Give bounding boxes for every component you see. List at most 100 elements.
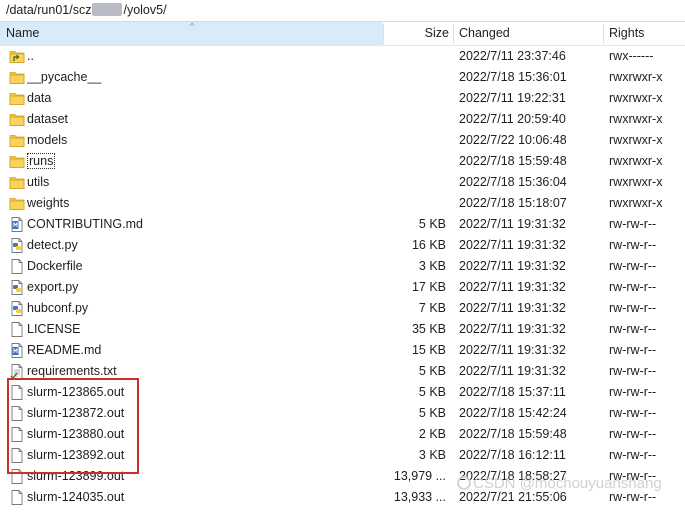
file-rights: rw-rw-r--: [609, 427, 657, 441]
file-row[interactable]: LICENSE 35 KB 2022/7/11 19:31:32 rw-rw-r--: [0, 319, 685, 340]
file-name: slurm-123872.out: [27, 406, 125, 420]
file-changed: 2022/7/11 19:31:32: [459, 322, 566, 336]
file-row[interactable]: slurm-123865.out 5 KB 2022/7/18 15:37:11 rw…: [0, 382, 685, 403]
file-name: LICENSE: [27, 322, 81, 336]
file-row[interactable]: models 2022/7/22 10:06:48 rwxrwxr-x: [0, 130, 685, 151]
file-size: [383, 172, 446, 193]
file-rights: rw-rw-r--: [609, 217, 657, 231]
file-changed: 2022/7/11 23:37:46: [459, 49, 566, 63]
file-rights: rw-rw-r--: [609, 259, 657, 273]
file-rights: rwx------: [609, 49, 654, 63]
column-header: Name ^ Size Changed Rights: [0, 21, 685, 46]
redacted-segment: [92, 3, 123, 16]
file-row[interactable]: Dockerfile 3 KB 2022/7/11 19:31:32 rw-rw-r-…: [0, 256, 685, 277]
python-file-icon: [9, 280, 25, 295]
file-changed: 2022/7/11 19:31:32: [459, 238, 566, 252]
file-rights: rw-rw-r--: [609, 406, 657, 420]
file-rights: rw-rw-r--: [609, 385, 657, 399]
file-rights: rwxrwxr-x: [609, 154, 663, 168]
column-name-header[interactable]: Name ^: [0, 21, 383, 45]
file-rights: rwxrwxr-x: [609, 133, 663, 147]
file-changed: 2022/7/11 19:22:31: [459, 91, 566, 105]
file-size: 15 KB: [411, 343, 446, 357]
file-name: slurm-123899.out: [27, 469, 125, 483]
file-size: [383, 109, 446, 130]
file-changed: 2022/7/18 15:37:11: [459, 385, 566, 399]
file-name: CONTRIBUTING.md: [27, 217, 143, 231]
column-size-header[interactable]: Size: [383, 22, 453, 45]
file-row[interactable]: detect.py 16 KB 2022/7/11 19:31:32 rw-rw-r-…: [0, 235, 685, 256]
file-size: 2 KB: [418, 427, 446, 441]
file-size: 17 KB: [411, 280, 446, 294]
file-name: utils: [27, 175, 50, 189]
file-name: dataset: [27, 112, 69, 126]
file-row[interactable]: slurm-123892.out 3 KB 2022/7/18 16:12:11 rw…: [0, 445, 685, 466]
file-size: 5 KB: [418, 385, 446, 399]
file-rights: rwxrwxr-x: [609, 91, 663, 105]
file-row[interactable]: CONTRIBUTING.md 5 KB 2022/7/11 19:31:32 rw-…: [0, 214, 685, 235]
file-name: hubconf.py: [27, 301, 89, 315]
file-row[interactable]: utils 2022/7/18 15:36:04 rwxrwxr-x: [0, 172, 685, 193]
file-icon: [9, 385, 25, 400]
file-changed: 2022/7/18 15:18:07: [459, 196, 567, 210]
file-row[interactable]: hubconf.py 7 KB 2022/7/11 19:31:32 rw-rw-r-…: [0, 298, 685, 319]
file-name: detect.py: [27, 238, 78, 252]
file-name: slurm-123892.out: [27, 448, 125, 462]
file-name: README.md: [27, 343, 102, 357]
file-name: slurm-123865.out: [27, 385, 125, 399]
markdown-file-icon: [9, 343, 25, 358]
python-file-icon: [9, 238, 25, 253]
file-rights: rwxrwxr-x: [609, 175, 663, 189]
file-name: weights: [27, 196, 70, 210]
file-size: 35 KB: [411, 322, 446, 336]
file-row[interactable]: .. 2022/7/11 23:37:46 rwx------: [0, 46, 685, 67]
file-rights: rwxrwxr-x: [609, 112, 663, 126]
file-changed: 2022/7/18 15:42:24: [459, 406, 567, 420]
file-size: 3 KB: [418, 259, 446, 273]
file-row[interactable]: runs 2022/7/18 15:59:48 rwxrwxr-x: [0, 151, 685, 172]
file-changed: 2022/7/11 19:31:32: [459, 259, 566, 273]
file-row[interactable]: slurm-123880.out 2 KB 2022/7/18 15:59:48 rw…: [0, 424, 685, 445]
file-list: .. 2022/7/11 23:37:46 rwx------ __pycache__…: [0, 46, 685, 508]
markdown-file-icon: [9, 217, 25, 232]
column-changed-header[interactable]: Changed: [453, 22, 603, 45]
file-row[interactable]: export.py 17 KB 2022/7/11 19:31:32 rw-rw-r-…: [0, 277, 685, 298]
folder-icon: [9, 112, 25, 127]
file-rights: rw-rw-r--: [609, 448, 657, 462]
file-row[interactable]: slurm-123872.out 5 KB 2022/7/18 15:42:24 rw…: [0, 403, 685, 424]
file-size: 5 KB: [418, 217, 446, 231]
text-file-icon: [9, 364, 25, 380]
file-icon: [9, 469, 25, 484]
file-rights: rw-rw-r--: [609, 322, 657, 336]
file-name: slurm-123880.out: [27, 427, 125, 441]
file-changed: 2022/7/22 10:06:48: [459, 133, 567, 147]
file-size: 16 KB: [411, 238, 446, 252]
path-bar[interactable]: /data/run01/scz/yolov5/: [0, 0, 685, 22]
file-size: [383, 46, 446, 67]
file-name: models: [27, 133, 68, 147]
file-icon: [9, 448, 25, 463]
file-row[interactable]: __pycache__ 2022/7/18 15:36:01 rwxrwxr-x: [0, 67, 685, 88]
file-changed: 2022/7/11 19:31:32: [459, 301, 566, 315]
watermark: CSDN @mochouyuanshang: [457, 475, 662, 492]
file-icon: [9, 259, 25, 274]
file-name: requirements.txt: [27, 364, 117, 378]
file-row[interactable]: weights 2022/7/18 15:18:07 rwxrwxr-x: [0, 193, 685, 214]
path-text: /data/run01/scz/yolov5/: [6, 3, 167, 17]
file-changed: 2022/7/18 15:59:48: [459, 154, 567, 168]
file-row[interactable]: dataset 2022/7/11 20:59:40 rwxrwxr-x: [0, 109, 685, 130]
file-rights: rwxrwxr-x: [609, 196, 663, 210]
file-size: 7 KB: [418, 301, 446, 315]
file-row[interactable]: README.md 15 KB 2022/7/11 19:31:32 rw-rw-r-…: [0, 340, 685, 361]
python-file-icon: [9, 301, 25, 316]
file-changed: 2022/7/18 15:36:01: [459, 70, 567, 84]
file-size: [383, 88, 446, 109]
file-rights: rwxrwxr-x: [609, 70, 663, 84]
file-icon: [9, 322, 25, 337]
file-name: ..: [27, 49, 34, 63]
file-changed: 2022/7/11 20:59:40: [459, 112, 566, 126]
file-row[interactable]: requirements.txt 5 KB 2022/7/11 19:31:32 rw…: [0, 361, 685, 382]
file-row[interactable]: data 2022/7/11 19:22:31 rwxrwxr-x: [0, 88, 685, 109]
file-icon: [9, 490, 25, 505]
column-rights-header[interactable]: Rights: [603, 22, 685, 45]
